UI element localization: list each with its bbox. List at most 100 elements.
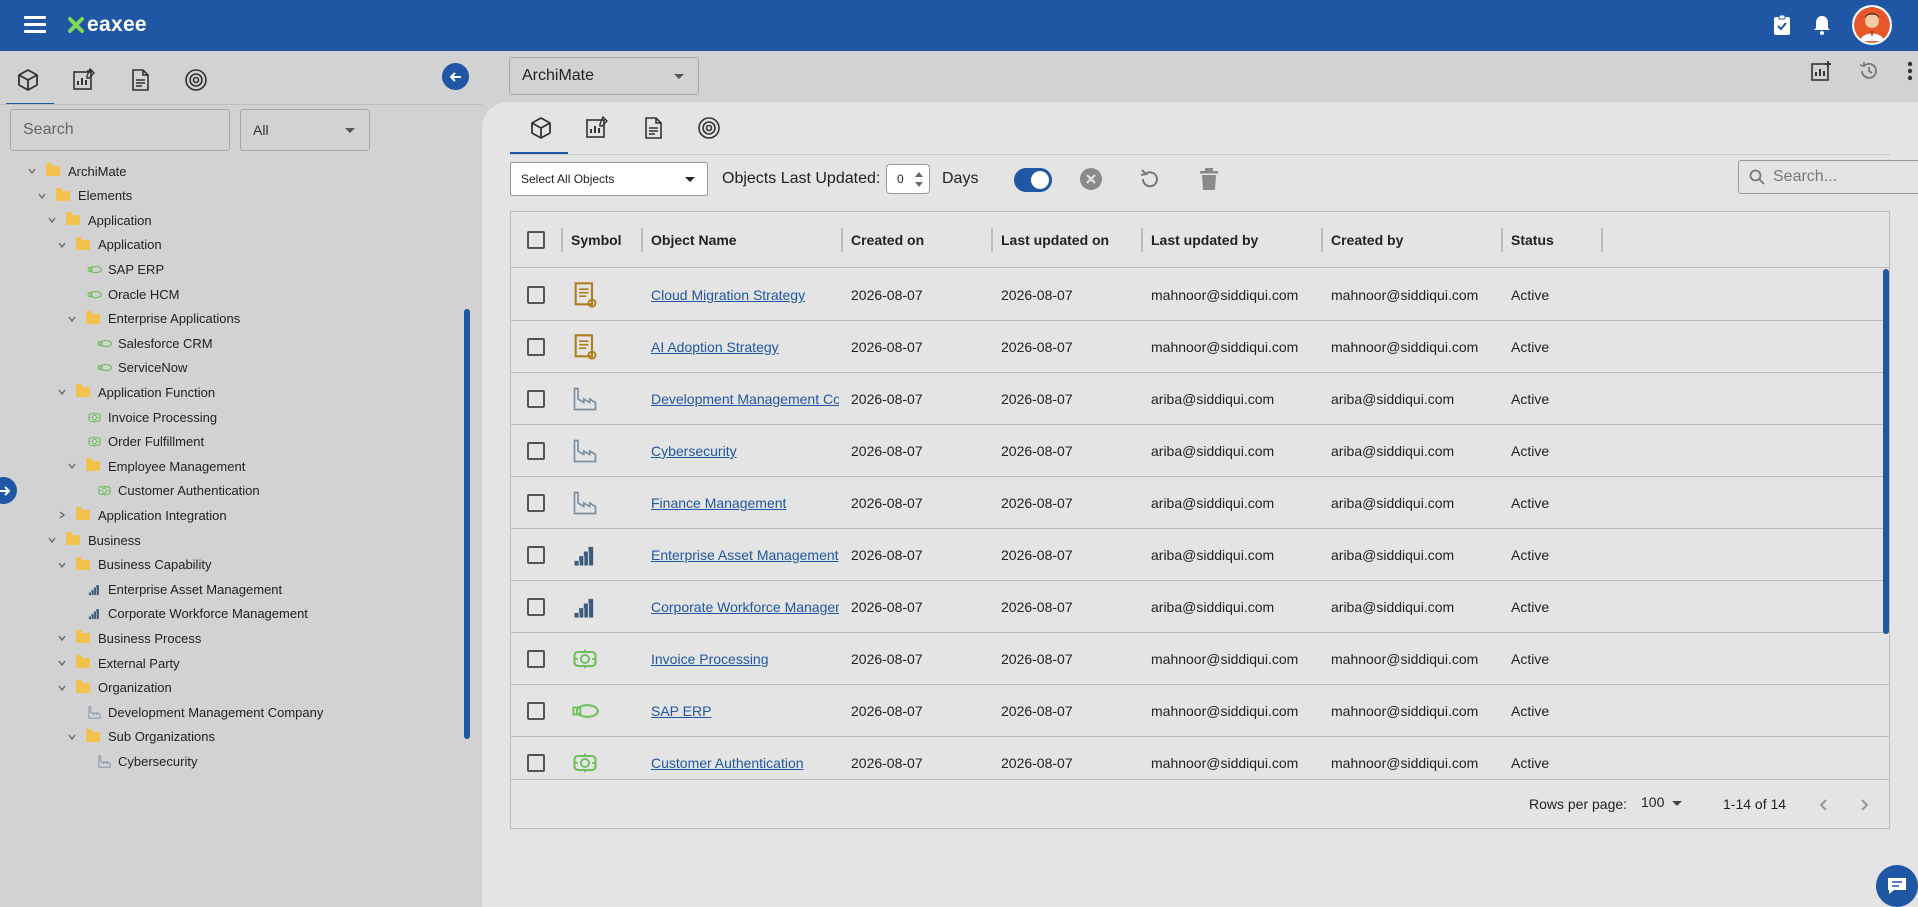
table-row[interactable]: Enterprise Asset Management 2026-08-07 202…: [511, 529, 1889, 581]
brand-logo[interactable]: eaxee: [68, 12, 147, 38]
tab-documents[interactable]: [122, 61, 158, 99]
last-updated-filter-toggle[interactable]: [1014, 168, 1052, 192]
column-separator[interactable]: [1601, 228, 1603, 252]
column-header-created-by[interactable]: Created by: [1331, 212, 1403, 268]
tab-targets[interactable]: [690, 110, 728, 146]
column-header-symbol[interactable]: Symbol: [571, 212, 622, 268]
row-checkbox[interactable]: [527, 754, 545, 772]
history-icon[interactable]: [1858, 60, 1880, 82]
tab-views[interactable]: [578, 110, 616, 146]
column-separator[interactable]: [1141, 228, 1143, 252]
column-header-last-updated-by[interactable]: Last updated by: [1151, 212, 1258, 268]
tree-scrollbar[interactable]: [464, 309, 470, 739]
row-checkbox[interactable]: [527, 442, 545, 460]
rows-per-page-select[interactable]: 100: [1641, 794, 1683, 810]
table-row[interactable]: Customer Authentication 2026-08-07 2026-08…: [511, 737, 1889, 779]
column-header-created-on[interactable]: Created on: [851, 212, 924, 268]
tree-item[interactable]: Cybersecurity: [76, 749, 197, 773]
column-separator[interactable]: [561, 228, 563, 252]
framework-select[interactable]: ArchiMate: [509, 57, 699, 95]
object-name-link[interactable]: AI Adoption Strategy: [651, 321, 839, 373]
tab-documents[interactable]: [634, 110, 672, 146]
row-checkbox[interactable]: [527, 702, 545, 720]
tree-folder[interactable]: ArchiMate: [26, 159, 127, 183]
refresh-button[interactable]: [1137, 166, 1163, 192]
chevron-down-icon[interactable]: [66, 460, 78, 472]
object-name-link[interactable]: Finance Management: [651, 477, 839, 529]
tree-folder[interactable]: Sub Organizations: [66, 725, 215, 749]
clear-filter-button[interactable]: [1078, 166, 1104, 192]
chevron-down-icon[interactable]: [56, 239, 68, 251]
table-row[interactable]: Cybersecurity 2026-08-07 2026-08-07 ariba@s…: [511, 425, 1889, 477]
chevron-right-icon[interactable]: [56, 509, 68, 521]
tree-item[interactable]: ServiceNow: [76, 356, 187, 380]
tree-item[interactable]: Development Management Company: [66, 700, 323, 724]
tree-item[interactable]: Order Fulfillment: [66, 430, 204, 454]
chevron-down-icon[interactable]: [36, 190, 48, 202]
tree-folder[interactable]: Business Capability: [56, 553, 211, 577]
chevron-down-icon[interactable]: [56, 682, 68, 694]
next-page-button[interactable]: [1851, 792, 1877, 818]
column-separator[interactable]: [641, 228, 643, 252]
table-row[interactable]: Finance Management 2026-08-07 2026-08-07 ar…: [511, 477, 1889, 529]
tree-folder[interactable]: Employee Management: [66, 454, 245, 478]
menu-icon[interactable]: [24, 16, 46, 34]
chevron-down-icon[interactable]: [66, 731, 78, 743]
column-separator[interactable]: [1501, 228, 1503, 252]
previous-page-button[interactable]: [1811, 792, 1837, 818]
increment-icon[interactable]: [915, 172, 923, 177]
tree-item[interactable]: Customer Authentication: [76, 479, 260, 503]
table-row[interactable]: Invoice Processing 2026-08-07 2026-08-07 ma…: [511, 633, 1889, 685]
chevron-down-icon[interactable]: [46, 214, 58, 226]
select-all-checkbox[interactable]: [527, 231, 545, 249]
tree-search-input[interactable]: [10, 109, 230, 151]
tree-folder[interactable]: Application: [46, 208, 152, 232]
tree-item[interactable]: Enterprise Asset Management: [66, 577, 282, 601]
row-checkbox[interactable]: [527, 286, 545, 304]
tree-folder[interactable]: External Party: [56, 651, 180, 675]
row-checkbox[interactable]: [527, 546, 545, 564]
column-separator[interactable]: [841, 228, 843, 252]
tree-folder[interactable]: Enterprise Applications: [66, 307, 240, 331]
task-checklist-icon[interactable]: [1772, 14, 1792, 36]
days-stepper[interactable]: 0: [886, 164, 930, 194]
object-name-link[interactable]: Invoice Processing: [651, 633, 839, 685]
row-checkbox[interactable]: [527, 494, 545, 512]
chevron-down-icon[interactable]: [56, 559, 68, 571]
tree-folder[interactable]: Application: [56, 233, 162, 257]
tree-item[interactable]: Oracle HCM: [66, 282, 180, 306]
column-header-status[interactable]: Status: [1511, 212, 1554, 268]
table-scrollbar[interactable]: [1883, 269, 1889, 634]
user-avatar[interactable]: [1852, 5, 1892, 45]
tab-views[interactable]: [66, 61, 102, 99]
chevron-down-icon[interactable]: [56, 657, 68, 669]
object-name-link[interactable]: Customer Authentication: [651, 737, 839, 779]
table-row[interactable]: Development Management Co 2026-08-07 2026-…: [511, 373, 1889, 425]
tree-filter-select[interactable]: All: [240, 109, 370, 151]
object-name-link[interactable]: Enterprise Asset Management: [651, 529, 839, 581]
select-all-objects-dropdown[interactable]: Select All Objects: [510, 162, 708, 196]
row-checkbox[interactable]: [527, 390, 545, 408]
tree-folder[interactable]: Application Integration: [56, 503, 227, 527]
column-header-object-name[interactable]: Object Name: [651, 212, 737, 268]
bell-icon[interactable]: [1812, 14, 1832, 36]
more-vert-icon[interactable]: [1906, 60, 1914, 82]
object-name-link[interactable]: Cloud Migration Strategy: [651, 269, 839, 321]
tab-objects[interactable]: [6, 61, 54, 105]
object-name-link[interactable]: Corporate Workforce Managen: [651, 581, 839, 633]
table-row[interactable]: AI Adoption Strategy 2026-08-07 2026-08-07…: [511, 321, 1889, 373]
column-header-last-updated-on[interactable]: Last updated on: [1001, 212, 1109, 268]
tree-folder[interactable]: Business: [46, 528, 141, 552]
collapse-panel-button[interactable]: [442, 63, 469, 90]
chat-support-button[interactable]: [1876, 865, 1918, 907]
tree-folder[interactable]: Elements: [36, 184, 132, 208]
tree-item[interactable]: Salesforce CRM: [76, 331, 213, 355]
table-search-input[interactable]: [1773, 168, 1918, 186]
chevron-down-icon[interactable]: [56, 386, 68, 398]
row-checkbox[interactable]: [527, 650, 545, 668]
table-search-box[interactable]: [1738, 160, 1918, 194]
object-name-link[interactable]: Development Management Co: [651, 373, 839, 425]
tree-folder[interactable]: Business Process: [56, 626, 201, 650]
column-separator[interactable]: [1321, 228, 1323, 252]
tree-folder[interactable]: Application Function: [56, 380, 215, 404]
